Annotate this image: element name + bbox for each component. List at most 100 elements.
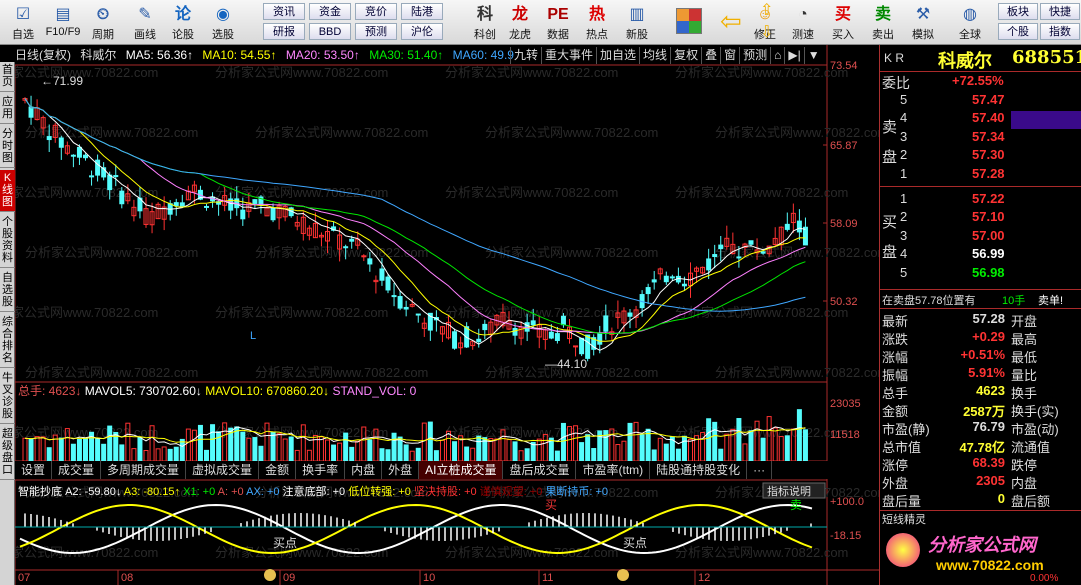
indicator-tab-7[interactable]: 外盘 <box>382 461 420 479</box>
indicator-tab-8[interactable]: AI立桩成交量 <box>419 461 504 479</box>
watermark: 分析家公式网www.70822.com <box>445 65 618 80</box>
toolbar-small-button[interactable]: 陆港 <box>401 3 443 20</box>
toolbar-right-button[interactable]: 个股 <box>998 23 1038 40</box>
indicator-tab-10[interactable]: 市盈率(ttm) <box>576 461 651 479</box>
weibi-label: 委比 <box>882 75 910 91</box>
quote-value: 68.39 <box>972 455 1005 470</box>
indicator-tab-2[interactable]: 多周期成交量 <box>101 461 187 479</box>
watermark: 分析家公式网www.70822.com <box>15 185 158 200</box>
left-tab-2[interactable]: 分时图 <box>0 126 15 168</box>
volume-bar <box>688 438 693 462</box>
toolbar-checkbox-button[interactable]: ☑ 自选 <box>3 2 43 43</box>
left-tab-8[interactable]: 超级盘口 <box>0 426 15 480</box>
month-label: 09 <box>283 572 295 584</box>
event-face-icon[interactable] <box>617 569 629 581</box>
toolbar-small-button[interactable]: BBD <box>309 23 351 40</box>
indicator-tab-12[interactable]: ··· <box>747 461 773 479</box>
toolbar-globe-button[interactable]: ◍ 全球 <box>950 2 990 43</box>
indicator-tab-4[interactable]: 金额 <box>259 461 297 479</box>
left-tab-7[interactable]: 牛叉诊股 <box>0 370 15 424</box>
indicator-tab-3[interactable]: 虚拟成交量 <box>186 461 260 479</box>
volume-bar <box>240 431 246 462</box>
toolbar-small-button[interactable]: 预测 <box>355 23 397 40</box>
bid-price: 56.99 <box>972 246 1005 262</box>
toolbar-pencil-button[interactable]: ✎ 画线 <box>125 2 165 43</box>
volume-bar <box>216 431 222 462</box>
toolbar-speed-button[interactable]: ◔ 测速 <box>783 2 823 43</box>
candle-body <box>379 268 385 281</box>
kline-chart[interactable]: 分析家公式网www.70822.com 分析家公式网www.70822.com 分析… <box>15 45 879 585</box>
toolbar-buy-button[interactable]: 买买入 <box>823 2 863 43</box>
toolbar-hot-button[interactable]: 热热点 <box>577 2 617 43</box>
toolbar-gauge-button[interactable]: ◉ 选股 <box>203 2 243 43</box>
low-marker: —44.10 <box>545 357 587 371</box>
volume-bar <box>627 422 633 462</box>
chart-tool-10[interactable]: ▼ <box>803 47 823 64</box>
toolbar-small-button[interactable]: 竞价 <box>355 3 397 20</box>
chart-tool-2[interactable]: 加自选 <box>596 47 639 64</box>
indicator-tab-6[interactable]: 内盘 <box>345 461 383 479</box>
left-tab-0[interactable]: 首页 <box>0 62 15 92</box>
toolbar-doc-button[interactable]: ▥ 新股 <box>617 2 657 43</box>
toolbar-dragon-button[interactable]: 龙龙虎 <box>500 2 540 43</box>
candle-body <box>796 220 802 233</box>
indicator-tab-9[interactable]: 盘后成交量 <box>503 461 577 479</box>
stock-code: 688551 <box>1012 47 1081 68</box>
toolbar-right-button[interactable]: 指数 <box>1040 23 1080 40</box>
chart-tool-5[interactable]: 叠 <box>701 47 720 64</box>
toolbar-small-button[interactable]: 研报 <box>263 23 305 40</box>
candle-body <box>651 279 657 283</box>
left-tab-6[interactable]: 综合排名 <box>0 314 15 368</box>
toolbar-small-button[interactable]: 沪伦 <box>401 23 443 40</box>
short-line-spirit[interactable]: 短线精灵 <box>882 511 926 527</box>
volume-bar <box>337 442 343 462</box>
volume-bar <box>452 441 458 462</box>
chart-tool-1[interactable]: 重大事件 <box>541 47 596 64</box>
toolbar-sell-button[interactable]: 卖卖出 <box>863 2 903 43</box>
volume-stand-label: STAND_VOL: 0 <box>332 384 416 398</box>
volume-bar <box>83 437 88 462</box>
toolbar-f10-button[interactable]: ▤ F10/F9 <box>43 2 83 43</box>
toolbar-kc-button[interactable]: 科科创 <box>465 2 505 43</box>
ma20-label: MA20: 53.50↑ <box>285 48 360 62</box>
chart-tool-0[interactable]: 九转 <box>510 47 541 64</box>
indicator-tab-1[interactable]: 成交量 <box>52 461 102 479</box>
indicator-tab-5[interactable]: 换手率 <box>296 461 346 479</box>
month-label: 12 <box>698 572 710 584</box>
toolbar-right-button[interactable]: 快捷 <box>1040 3 1080 20</box>
chart-tool-6[interactable]: 窗 <box>720 47 739 64</box>
chart-tool-9[interactable]: ▶| <box>784 47 803 64</box>
grid-icon[interactable] <box>676 8 702 34</box>
chart-tool-3[interactable]: 均线 <box>639 47 670 64</box>
toolbar-chat-button[interactable]: 论论股 <box>163 2 203 43</box>
arrow-left-icon[interactable]: ⇦ <box>720 8 742 34</box>
arrow-down-icon[interactable]: ⇩ <box>760 22 773 42</box>
bid-level: 5 <box>900 264 908 280</box>
toolbar-clock-button[interactable]: ⏲ 周期 <box>83 2 123 43</box>
ask-highlight <box>1011 111 1081 129</box>
left-tab-3[interactable]: K线图 <box>0 170 15 212</box>
chart-tool-4[interactable]: 复权 <box>670 47 701 64</box>
toolbar-small-button[interactable]: 资讯 <box>263 3 305 20</box>
market-code: K R <box>884 51 905 65</box>
toolbar-label: 论股 <box>172 29 194 41</box>
candle-body <box>89 175 95 178</box>
event-face-icon[interactable] <box>264 569 276 581</box>
left-tab-4[interactable]: 个股资料 <box>0 214 15 268</box>
toolbar-hammer-button[interactable]: ⚒ 模拟 <box>903 2 943 43</box>
chart-tool-7[interactable]: 预测 <box>739 47 770 64</box>
toolbar-right-button[interactable]: 板块 <box>998 3 1038 20</box>
toolbar-small-button[interactable]: 资金 <box>309 3 351 20</box>
volume-bar <box>167 448 173 462</box>
left-tab-1[interactable]: 应用 <box>0 94 15 124</box>
toolbar-pe-button[interactable]: PE 数据 <box>538 2 578 43</box>
quote-panel: K R 科威尔 688551 委比 +72.55% 卖盘 5 57.47 4 57.40 3 57.3… <box>879 45 1081 585</box>
left-tab-5[interactable]: 自选股 <box>0 270 15 312</box>
candle-body <box>482 323 488 331</box>
indicator-tab-0[interactable]: 设置 <box>15 461 53 479</box>
indicator-tab-11[interactable]: 陆股通持股变化 <box>650 461 748 479</box>
volume-bar <box>663 443 669 462</box>
arrow-up-icon[interactable]: ⇧ <box>760 0 773 20</box>
quote-label: 涨幅 <box>882 350 909 365</box>
chart-tool-8[interactable]: ⌂ <box>770 47 784 64</box>
